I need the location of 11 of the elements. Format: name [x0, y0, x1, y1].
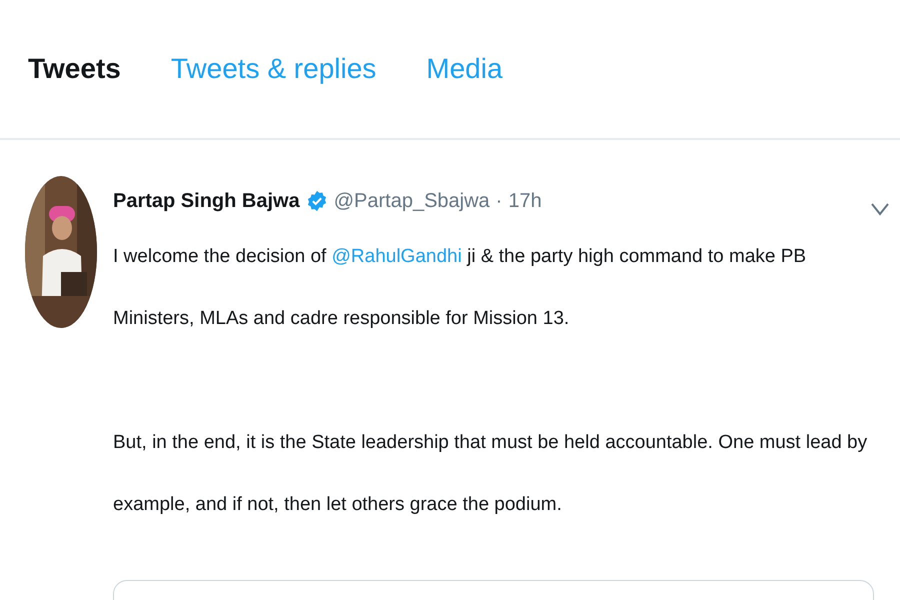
chevron-down-icon[interactable] [870, 202, 890, 216]
profile-tab[interactable]: Tweets & replies [170, 53, 376, 85]
tweet-text: I welcome the decision of @RahulGandhi ji & the party high command to make PB Ministers, MLAs and cadre responsible for Mission 13. [113, 245, 808, 331]
tweet-text: But, in the end, it is the State leadership that must be held accountable. One must lead by example, and if not, then let others grace the podium. [113, 431, 868, 517]
mention-link[interactable]: @RahulGandhi [332, 246, 462, 267]
user-handle[interactable]: @Partap_Sbajwa [334, 190, 490, 212]
separator-dot: · [496, 190, 502, 212]
user-name[interactable]: Partap Singh Bajwa [113, 190, 300, 212]
profile-tab[interactable]: Tweets [28, 53, 121, 85]
tweet-time[interactable]: 17h [508, 190, 542, 212]
profile-tab[interactable]: Media [426, 53, 503, 85]
